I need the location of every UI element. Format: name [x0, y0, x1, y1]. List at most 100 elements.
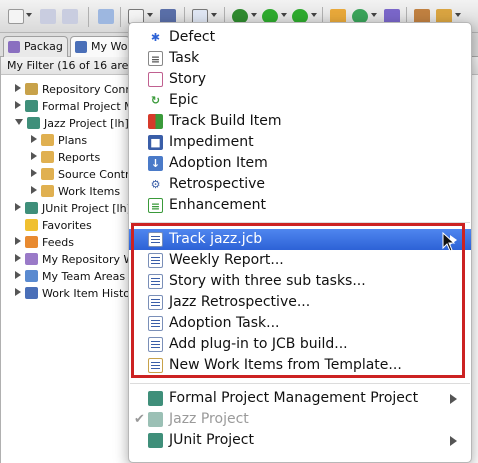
save-icon[interactable]	[40, 9, 56, 24]
template-icon	[148, 358, 163, 373]
tab-my-work[interactable]: My Wo	[70, 36, 130, 57]
project-icon	[148, 412, 163, 427]
retrospective-icon: ⚙	[150, 178, 161, 191]
favorites-icon	[25, 219, 38, 231]
edit-dropdown-icon[interactable]	[455, 13, 461, 17]
menu-item-impediment[interactable]: ■ Impediment	[129, 132, 471, 153]
template-icon	[148, 316, 163, 331]
tree-item[interactable]: Work Items	[31, 183, 120, 200]
impediment-icon: ■	[148, 135, 163, 150]
tree-item[interactable]: Source Control	[31, 166, 139, 183]
menu-item-story-sub-tasks[interactable]: Story with three sub tasks...	[129, 271, 471, 292]
template-icon	[148, 295, 163, 310]
expand-icon[interactable]	[31, 135, 37, 143]
menu-item-task[interactable]: ≡ Task	[129, 48, 471, 69]
project-icon	[25, 202, 38, 214]
folder-icon	[41, 185, 54, 197]
template-icon	[148, 232, 163, 247]
expand-icon[interactable]	[15, 288, 21, 296]
run-dropdown-icon[interactable]	[281, 13, 287, 17]
toolbar-separator	[88, 7, 89, 27]
debug-dropdown-icon[interactable]	[251, 13, 257, 17]
user-icon[interactable]	[98, 9, 114, 24]
run-external-dropdown-icon[interactable]	[311, 13, 317, 17]
expand-icon[interactable]	[15, 237, 21, 245]
project-icon	[27, 117, 40, 129]
package-icon	[8, 41, 20, 53]
team-area-icon	[25, 270, 38, 282]
menu-item-epic[interactable]: ↻ Epic	[129, 90, 471, 111]
tab-package-explorer[interactable]: Packag	[3, 36, 68, 57]
menu-item-enhancement[interactable]: ≡ Enhancement	[129, 195, 471, 216]
work-items-icon	[75, 41, 87, 53]
repository-icon	[25, 83, 38, 95]
enhancement-icon: ≡	[148, 198, 163, 213]
collapse-icon[interactable]	[15, 119, 23, 125]
template-icon	[148, 337, 163, 352]
menu-item-story[interactable]: Story	[129, 69, 471, 90]
project-icon	[25, 100, 38, 112]
menu-item-jazz-project[interactable]: ✔ Jazz Project	[129, 409, 471, 430]
expand-icon[interactable]	[31, 186, 37, 194]
menu-item-weekly-report[interactable]: Weekly Report...	[129, 250, 471, 271]
feeds-icon	[25, 236, 38, 248]
folder-icon	[41, 168, 54, 180]
menu-item-new-from-template[interactable]: New Work Items from Template...	[129, 355, 471, 376]
mouse-pointer-icon	[442, 232, 456, 252]
new-icon[interactable]	[8, 9, 24, 24]
window-dropdown-icon[interactable]	[211, 13, 217, 17]
expand-icon[interactable]	[31, 152, 37, 160]
history-icon	[25, 287, 38, 299]
template-icon	[148, 274, 163, 289]
menu-item-add-plugin-jcb[interactable]: Add plug-in to JCB build...	[129, 334, 471, 355]
tab-label: Packag	[24, 40, 63, 53]
tree-item[interactable]: Jazz Project [lh]	[15, 115, 129, 132]
save-all-icon[interactable]	[62, 9, 78, 24]
menu-item-formal-project[interactable]: Formal Project Management Project	[129, 388, 471, 409]
menu-item-defect[interactable]: ✱ Defect	[129, 27, 471, 48]
new-class-dropdown-icon[interactable]	[371, 13, 377, 17]
new-work-item-dropdown-icon[interactable]	[147, 13, 153, 17]
task-icon: ≡	[148, 51, 163, 66]
submenu-arrow-icon	[450, 436, 457, 446]
defect-icon: ✱	[150, 31, 161, 44]
tree-item[interactable]: Reports	[31, 149, 100, 166]
project-icon	[148, 433, 163, 448]
new-dropdown-icon[interactable]	[26, 13, 32, 17]
new-work-item-menu: ✱ Defect ≡ Task Story ↻ Epic Track Build…	[128, 22, 472, 463]
menu-item-track-jazz-jcb[interactable]: Track jazz.jcb	[129, 229, 471, 250]
menu-separator	[130, 383, 470, 384]
menu-separator	[130, 222, 470, 223]
menu-item-retrospective[interactable]: ⚙ Retrospective	[129, 174, 471, 195]
expand-icon[interactable]	[15, 254, 21, 262]
submenu-arrow-icon	[450, 394, 457, 404]
expand-icon[interactable]	[15, 271, 21, 279]
expand-icon[interactable]	[15, 84, 21, 92]
tree-item[interactable]: Plans	[31, 132, 87, 149]
tree-item[interactable]: JUnit Project [lh]	[15, 200, 131, 217]
toolbar-separator	[120, 7, 121, 27]
adoption-icon: ↓	[148, 156, 163, 171]
tree-item[interactable]: Feeds	[15, 234, 74, 251]
track-build-icon	[148, 114, 163, 129]
expand-icon[interactable]	[15, 101, 21, 109]
workspace-icon	[25, 253, 38, 265]
tree-item[interactable]: Favorites	[15, 217, 92, 234]
template-icon	[148, 253, 163, 268]
tree-item[interactable]: Work Item History	[15, 285, 141, 302]
menu-item-jazz-retrospective[interactable]: Jazz Retrospective...	[129, 292, 471, 313]
epic-icon: ↻	[150, 94, 161, 107]
menu-item-track-build-item[interactable]: Track Build Item	[129, 111, 471, 132]
checkmark-icon: ✔	[134, 412, 145, 427]
tree-item[interactable]: My Team Areas	[15, 268, 125, 285]
menu-item-junit-project[interactable]: JUnit Project	[129, 430, 471, 451]
story-icon	[148, 72, 163, 87]
tab-label: My Wo	[91, 40, 128, 53]
folder-icon	[41, 151, 54, 163]
expand-icon[interactable]	[31, 169, 37, 177]
expand-icon[interactable]	[15, 203, 21, 211]
menu-item-adoption-task[interactable]: Adoption Task...	[129, 313, 471, 334]
folder-icon	[41, 134, 54, 146]
project-icon	[148, 391, 163, 406]
menu-item-adoption-item[interactable]: ↓ Adoption Item	[129, 153, 471, 174]
